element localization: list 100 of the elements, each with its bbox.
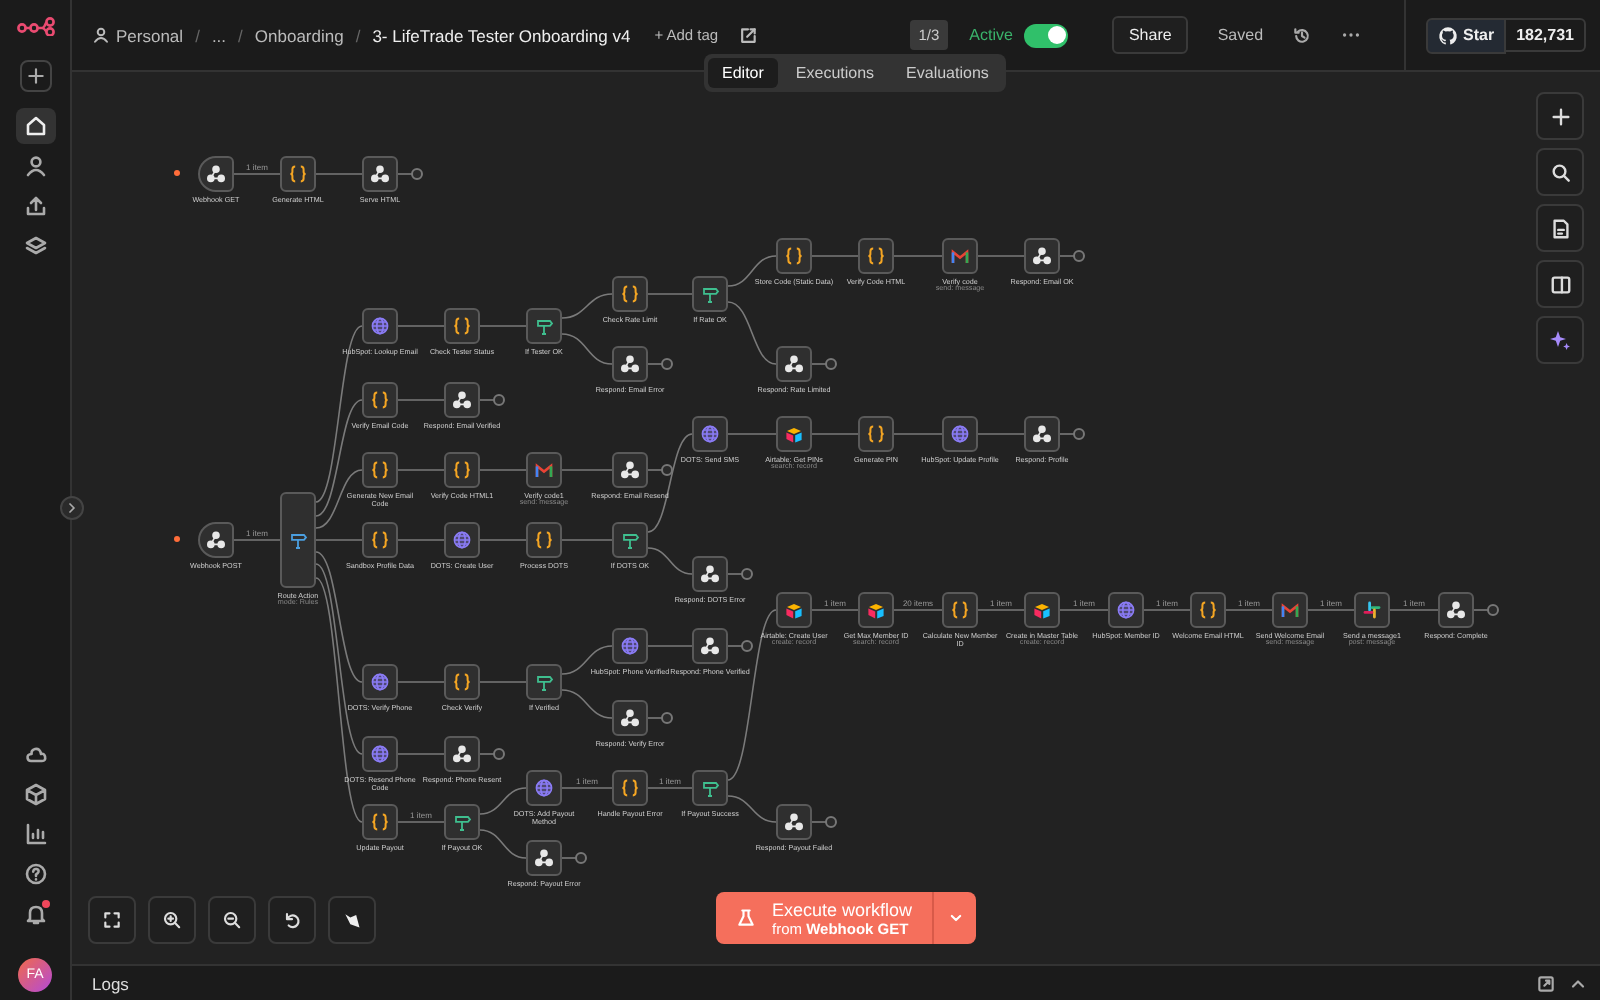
add-node-handle[interactable] [1073,250,1085,262]
collapse-button[interactable] [60,496,84,520]
workflow-node[interactable] [612,628,648,664]
workflow-node[interactable] [280,156,316,192]
dropdown-button[interactable] [932,892,977,944]
workflow-node[interactable] [612,770,648,806]
workflow-node[interactable] [198,156,234,192]
zoom-in-button[interactable] [148,896,196,944]
workflow-node[interactable] [612,276,648,312]
search-button[interactable] [1536,148,1584,196]
panel-icon [1549,273,1571,295]
breadcrumb-link[interactable]: Onboarding [254,25,344,45]
sticky-note-button[interactable] [1536,204,1584,252]
workflow-node[interactable] [1354,592,1390,628]
history-button[interactable] [1291,25,1312,45]
breadcrumb-link[interactable]: ... [211,25,227,45]
workflow-node[interactable] [444,664,480,700]
workflow-node[interactable] [362,452,398,488]
star-count[interactable]: 182,731 [1506,18,1586,52]
workflow-node[interactable] [692,556,728,592]
workflow-node[interactable] [692,276,728,312]
workflow-title[interactable]: 3- LifeTrade Tester Onboarding v4 [372,25,631,45]
workflow-node[interactable] [444,452,480,488]
workflow-node[interactable] [526,522,562,558]
add-node-handle[interactable] [741,640,753,652]
add-node-handle[interactable] [661,464,673,476]
workflow-node[interactable] [858,238,894,274]
edit-button[interactable] [738,25,759,45]
workflow-node[interactable] [362,156,398,192]
workflow-node[interactable] [692,770,728,806]
workflow-node[interactable] [1108,592,1144,628]
workflow-node[interactable] [444,522,480,558]
workflow-node[interactable] [942,416,978,452]
workflow-node[interactable] [1190,592,1226,628]
workflow-node[interactable] [526,840,562,876]
add-node-handle[interactable] [1487,604,1499,616]
new-button[interactable] [19,60,51,92]
workflow-node[interactable] [444,736,480,772]
workflow-node[interactable] [942,592,978,628]
workflow-node[interactable] [692,416,728,452]
workflow-node[interactable] [444,382,480,418]
workflow-node[interactable] [612,522,648,558]
github-star-button[interactable]: Star [1425,17,1507,53]
workflow-node[interactable] [858,416,894,452]
add-node-handle[interactable] [825,358,837,370]
workflow-node[interactable] [776,238,812,274]
view-tab[interactable]: Executions [781,58,889,88]
workflow-node[interactable] [612,452,648,488]
add-node-handle[interactable] [493,748,505,760]
tidy-up-button[interactable] [328,896,376,944]
active-toggle[interactable] [1024,23,1069,47]
workflow-node[interactable] [362,664,398,700]
panel-button[interactable] [1536,260,1584,308]
workflow-node[interactable] [362,804,398,840]
zoom-out-button[interactable] [208,896,256,944]
workflow-node[interactable] [692,628,728,664]
workflow-node[interactable] [526,770,562,806]
add-node-handle[interactable] [661,358,673,370]
workflow-node[interactable] [776,592,812,628]
undo-button[interactable] [268,896,316,944]
workflow-node[interactable] [362,736,398,772]
workflow-node[interactable] [858,592,894,628]
workflow-node[interactable] [444,308,480,344]
ai-assistant-button[interactable] [1536,316,1584,364]
workflow-node[interactable] [776,416,812,452]
workflow-node[interactable] [1438,592,1474,628]
workflow-node[interactable] [526,308,562,344]
workflow-node[interactable] [1024,416,1060,452]
add-node-handle[interactable] [825,816,837,828]
fit-view-button[interactable] [88,896,136,944]
workflow-node[interactable] [612,700,648,736]
workflow-node[interactable] [526,664,562,700]
add-node-handle[interactable] [661,712,673,724]
nav-item[interactable] [15,108,55,144]
add-node-button[interactable] [1536,92,1584,140]
workflow-node[interactable] [942,238,978,274]
add-node-handle[interactable] [411,168,423,180]
breadcrumb-link[interactable]: Personal [92,25,184,45]
workflow-node[interactable] [362,522,398,558]
add-node-handle[interactable] [493,394,505,406]
workflow-node[interactable] [776,346,812,382]
workflow-node[interactable] [1024,592,1060,628]
braces-icon [866,246,886,266]
workflow-node[interactable] [362,308,398,344]
view-tab[interactable]: Evaluations [892,58,1003,88]
workflow-node[interactable] [526,452,562,488]
add-node-handle[interactable] [741,568,753,580]
view-tab[interactable]: Editor [708,58,778,88]
share-button[interactable]: Share [1112,16,1188,54]
pop-out-button[interactable] [1536,973,1556,993]
workflow-node[interactable] [362,382,398,418]
workflow-node[interactable] [776,804,812,840]
workflow-node[interactable] [280,492,316,588]
workflow-node[interactable] [198,522,234,558]
workflow-node[interactable] [1272,592,1308,628]
add-node-handle[interactable] [1073,428,1085,440]
workflow-node[interactable] [444,804,480,840]
workflow-node[interactable] [612,346,648,382]
add-node-handle[interactable] [575,852,587,864]
workflow-node[interactable] [1024,238,1060,274]
